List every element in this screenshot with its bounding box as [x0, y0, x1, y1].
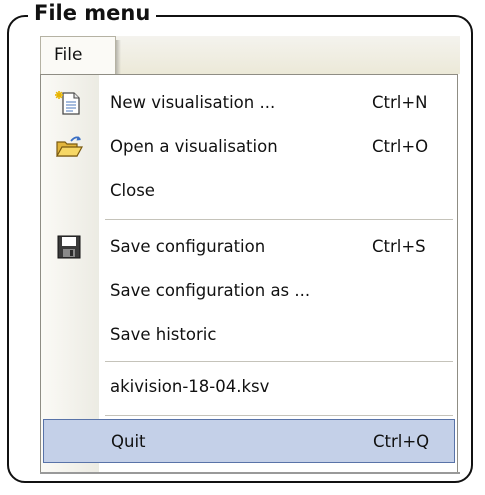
menu-item-close[interactable]: Close [41, 169, 457, 213]
menu-item-open-visualisation[interactable]: Open a visualisation Ctrl+O [41, 125, 457, 169]
file-dropdown-menu: New visualisation ... Ctrl+N Open a visu… [40, 74, 458, 474]
file-menu-button[interactable]: File [40, 36, 116, 74]
menu-item-save-historic[interactable]: Save historic [41, 313, 457, 357]
menu-item-shortcut: Ctrl+O [372, 137, 429, 156]
screenshot-region: File New visualisation ... Ctrl+N Open a… [40, 36, 460, 474]
menu-item-label: New visualisation ... [110, 93, 276, 112]
menu-item-label: Save historic [110, 325, 217, 344]
menu-item-label: Quit [111, 432, 146, 451]
menu-bar: File [40, 36, 460, 74]
menu-item-quit[interactable]: Quit Ctrl+Q [43, 419, 455, 463]
menu-separator [105, 219, 453, 220]
menu-item-new-visualisation[interactable]: New visualisation ... Ctrl+N [41, 81, 457, 125]
menu-item-label: akivision-18-04.ksv [110, 377, 270, 396]
menu-separator [105, 361, 453, 362]
menu-separator [105, 415, 453, 416]
menu-item-shortcut: Ctrl+S [372, 237, 426, 256]
menu-item-shortcut: Ctrl+N [372, 93, 428, 112]
screenshot-bottom-edge [40, 472, 460, 474]
new-document-icon [55, 90, 83, 116]
menu-item-label: Save configuration as ... [110, 281, 311, 300]
menu-item-label: Close [110, 181, 155, 200]
menu-item-label: Save configuration [110, 237, 266, 256]
menu-item-shortcut: Ctrl+Q [373, 432, 430, 451]
menu-shadow [116, 40, 121, 74]
open-folder-icon [55, 134, 84, 160]
menu-item-recent-file[interactable]: akivision-18-04.ksv [41, 365, 457, 409]
floppy-disk-icon [55, 234, 83, 260]
menu-item-save-configuration[interactable]: Save configuration Ctrl+S [41, 225, 457, 269]
menu-item-label: Open a visualisation [110, 137, 278, 156]
caption-title: File menu [28, 0, 157, 26]
menu-item-save-configuration-as[interactable]: Save configuration as ... [41, 269, 457, 313]
